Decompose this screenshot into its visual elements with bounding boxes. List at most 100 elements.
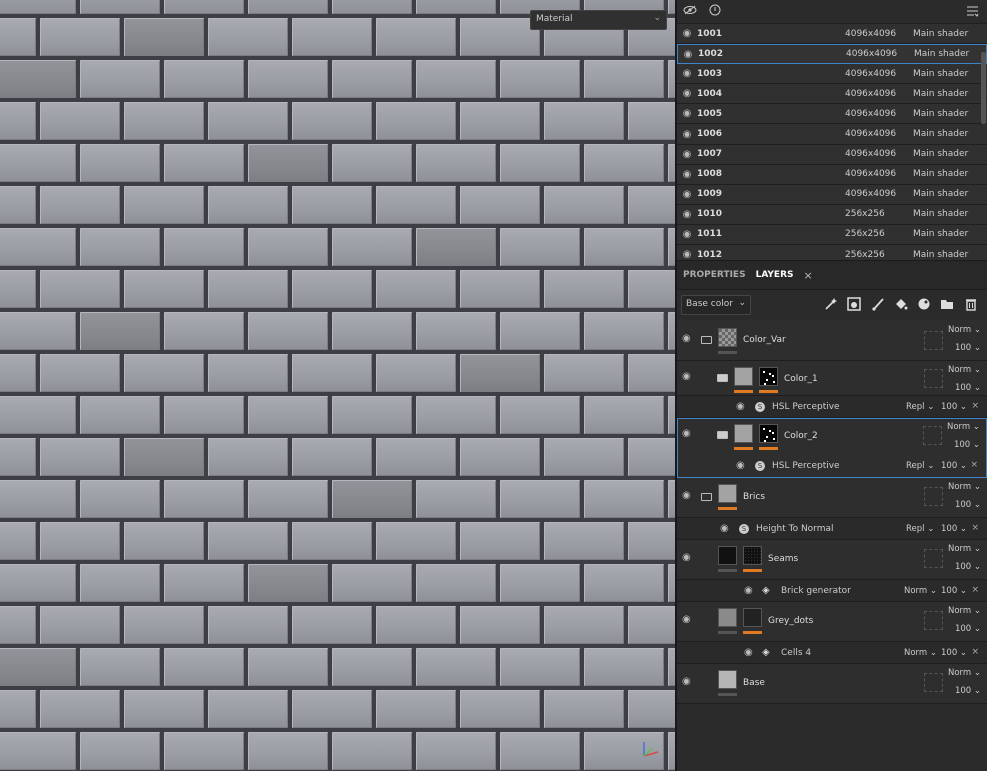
layer-seams[interactable]: ◉ Seams Norm ⌄ 100 ⌄ [677,540,987,580]
texture-set-row[interactable]: ◉ 1006 4096x4096 Main shader [677,124,987,145]
opacity-select[interactable]: 100 ⌄ [955,562,981,572]
effect-opacity-select[interactable]: 100 ⌄ [941,586,967,596]
eye-icon[interactable]: ◉ [677,129,697,140]
texture-set-list[interactable]: ◉ 1001 4096x4096 Main shader ◉ 1002 4096x4096 M… [677,24,987,260]
brush-icon[interactable] [870,297,886,313]
eye-icon[interactable]: ◉ [744,647,753,658]
brick [80,480,160,518]
layer-color-1[interactable]: ◉ Color_1 Norm ⌄ 100 ⌄ [677,361,987,396]
eye-icon[interactable]: ◉ [677,209,697,220]
blend-mode-label: Norm [946,422,971,432]
3d-viewport[interactable]: Material ⌄ [0,0,675,771]
effect-opacity-select[interactable]: 100 ⌄ [941,461,967,471]
opacity-select[interactable]: 100 ⌄ [955,500,981,510]
texture-set-row[interactable]: ◉ 1003 4096x4096 Main shader [677,64,987,85]
effect-blend-select[interactable]: Repl ⌄ [906,402,934,412]
effect-blend-select[interactable]: Norm ⌄ [904,586,937,596]
texture-set-row[interactable]: ◉ 1005 4096x4096 Main shader [677,104,987,125]
eye-icon[interactable]: ◉ [677,169,697,180]
tab-layers[interactable]: LAYERS [756,270,794,280]
texture-set-row[interactable]: ◉ 1007 4096x4096 Main shader [677,144,987,165]
blend-mode-select[interactable]: Norm ⌄ [948,482,981,492]
channel-select[interactable]: Base color ⌄ [681,295,751,315]
texture-set-row[interactable]: ◉ 1009 4096x4096 Main shader [677,184,987,205]
eye-icon[interactable]: ◉ [736,401,745,412]
mask-icon[interactable] [846,297,862,313]
blend-mode-select[interactable]: Norm ⌄ [948,365,981,375]
effect-blend-select[interactable]: Norm ⌄ [904,648,937,658]
effect-height-to-normal[interactable]: ◉ S Height To Normal Repl ⌄ 100 ⌄ × [677,518,987,540]
effects-icon[interactable] [823,297,839,313]
eye-icon[interactable]: ◉ [736,460,745,471]
effect-opacity-select[interactable]: 100 ⌄ [941,402,967,412]
effect-brick-generator[interactable]: ◉ ◈ Brick generator Norm ⌄ 100 ⌄ × [677,580,987,602]
close-tab-icon[interactable]: × [804,269,813,282]
scrollbar[interactable] [981,52,986,124]
opacity-select[interactable]: 100 ⌄ [955,383,981,393]
eye-icon[interactable]: ◉ [677,68,697,79]
layer-grey-dots[interactable]: ◉ Grey_dots Norm ⌄ 100 ⌄ [677,602,987,642]
eye-icon[interactable]: ◉ [682,676,691,687]
close-icon[interactable]: × [971,401,979,411]
fill-icon[interactable] [893,297,909,313]
blend-mode-select[interactable]: Norm ⌄ [948,544,981,554]
texture-set-row[interactable]: ◉ 1011 256x256 Main shader [677,224,987,246]
eye-icon[interactable]: ◉ [720,523,729,534]
visibility-all-icon[interactable] [683,5,697,18]
close-icon[interactable]: × [970,460,978,470]
eye-icon[interactable]: ◉ [682,490,691,501]
close-icon[interactable]: × [971,585,979,595]
blend-mode-select[interactable]: Norm ⌄ [947,422,980,432]
close-icon[interactable]: × [971,647,979,657]
eye-icon[interactable]: ◉ [677,149,697,160]
effect-opacity-value: 100 [941,402,958,412]
tab-properties[interactable]: PROPERTIES [683,270,746,280]
folder-icon[interactable] [939,297,955,313]
layer-brics[interactable]: ◉ Brics Norm ⌄ 100 ⌄ [677,478,987,518]
eye-icon[interactable]: ◉ [677,28,697,39]
eye-icon[interactable]: ◉ [678,49,698,60]
texture-set-row[interactable]: ◉ 1008 4096x4096 Main shader [677,164,987,185]
eye-icon[interactable]: ◉ [677,108,697,119]
blend-mode-select[interactable]: Norm ⌄ [948,606,981,616]
eye-icon[interactable]: ◉ [744,585,753,596]
opacity-select[interactable]: 100 ⌄ [955,343,981,353]
texture-set-row[interactable]: ◉ 1004 4096x4096 Main shader [677,84,987,105]
blend-mode-select[interactable]: Norm ⌄ [948,668,981,678]
texture-set-shader: Main shader [913,169,969,180]
eye-icon[interactable]: ◉ [677,229,697,240]
texture-set-row[interactable]: ◉ 1012 256x256 Main shader [677,245,987,260]
effect-opacity-select[interactable]: 100 ⌄ [941,648,967,658]
eye-icon[interactable]: ◉ [677,189,697,200]
material-select[interactable]: Material ⌄ [530,10,667,30]
opacity-select[interactable]: 100 ⌄ [955,686,981,696]
trash-icon[interactable] [963,297,979,313]
effect-cells-4[interactable]: ◉ ◈ Cells 4 Norm ⌄ 100 ⌄ × [677,642,987,664]
info-icon[interactable] [709,4,721,19]
texture-set-row[interactable]: ◉ 1002 4096x4096 Main shader [677,44,987,65]
eye-icon[interactable]: ◉ [682,428,691,439]
effect-hsl-perceptive-1[interactable]: ◉ S HSL Perceptive Repl ⌄ 100 ⌄ × [677,396,987,418]
menu-icon[interactable] [966,5,979,20]
effect-opacity-select[interactable]: 100 ⌄ [941,524,967,534]
smart-material-icon[interactable] [916,297,932,313]
layer-color-2[interactable]: ◉ Color_2 Norm ⌄ 100 ⌄ ◉ S HSL Perceptiv… [677,418,987,478]
eye-icon[interactable]: ◉ [682,371,691,382]
brick [0,354,36,392]
close-icon[interactable]: × [971,523,979,533]
eye-icon[interactable]: ◉ [677,249,697,260]
effect-blend-select[interactable]: Repl ⌄ [906,524,934,534]
eye-icon[interactable]: ◉ [677,88,697,99]
layer-base[interactable]: ◉ Base Norm ⌄ 100 ⌄ [677,664,987,704]
eye-icon[interactable]: ◉ [682,614,691,625]
opacity-select[interactable]: 100 ⌄ [955,624,981,634]
effect-blend-select[interactable]: Repl ⌄ [906,461,934,471]
texture-set-row[interactable]: ◉ 1010 256x256 Main shader [677,204,987,225]
layer-color-var[interactable]: ◉ Color_Var Norm ⌄ 100 ⌄ [677,320,987,361]
eye-icon[interactable]: ◉ [682,333,691,344]
opacity-select[interactable]: 100 ⌄ [954,440,980,450]
blend-mode-select[interactable]: Norm ⌄ [948,325,981,335]
texture-set-row[interactable]: ◉ 1001 4096x4096 Main shader [677,24,987,45]
folder-open-icon [701,493,712,501]
eye-icon[interactable]: ◉ [682,552,691,563]
